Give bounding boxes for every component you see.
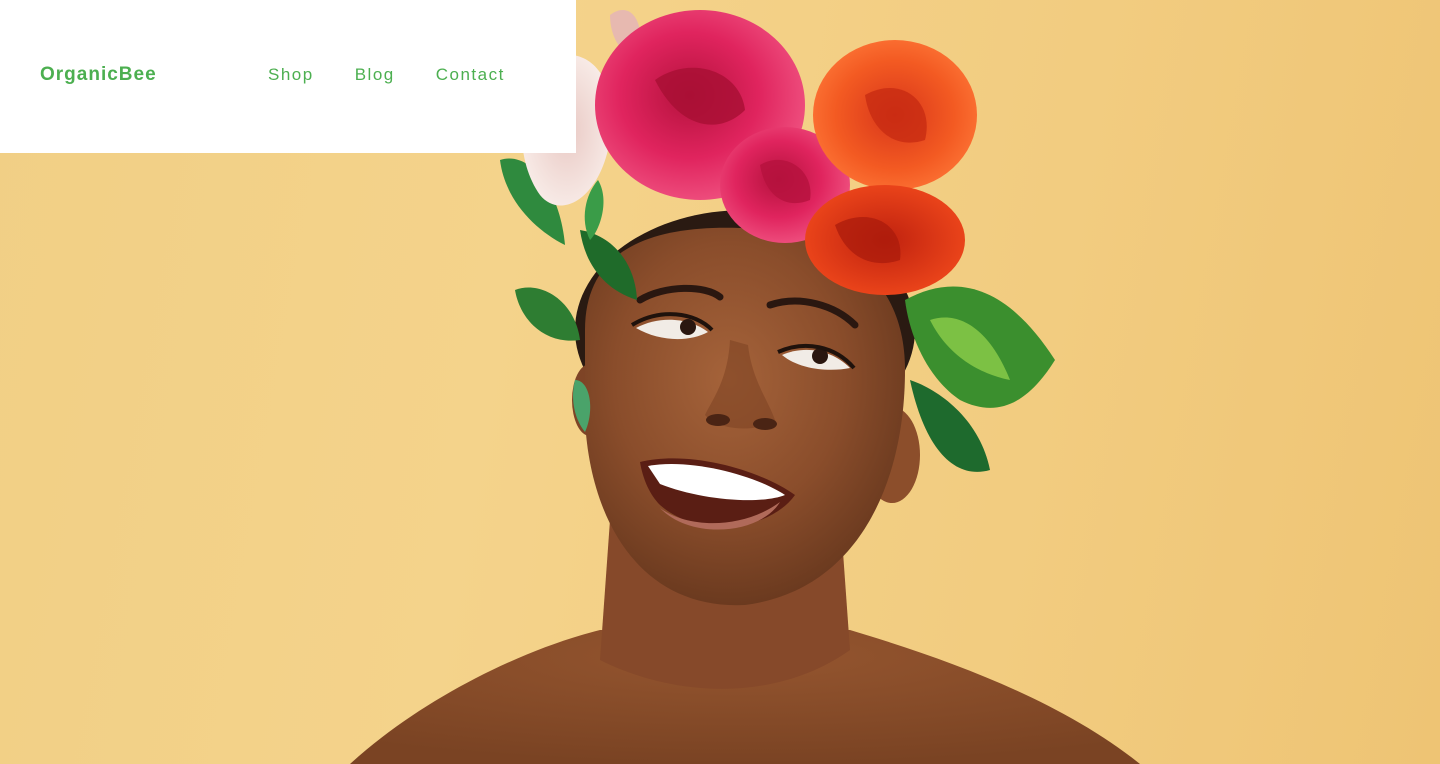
nav-link-shop[interactable]: Shop [268, 65, 314, 85]
brand-logo[interactable]: OrganicBee [40, 64, 157, 86]
nav-link-blog[interactable]: Blog [355, 65, 395, 85]
header-nav-panel: OrganicBee Shop Blog Contact [0, 0, 576, 153]
nav-link-contact[interactable]: Contact [436, 65, 505, 85]
page: OrganicBee Shop Blog Contact [0, 0, 1440, 764]
main-nav: Shop Blog Contact [268, 65, 505, 85]
